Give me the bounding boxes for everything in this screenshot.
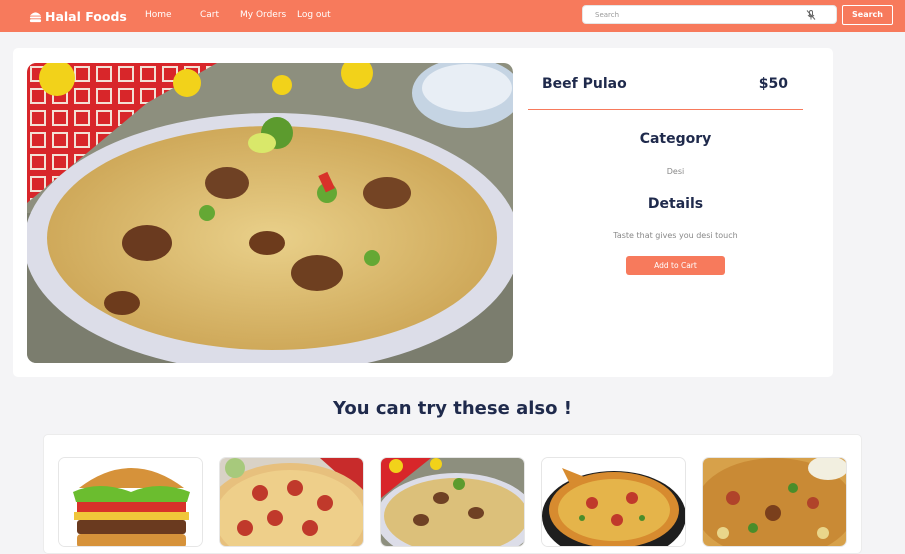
biryani-image bbox=[703, 458, 846, 546]
nav-my-orders[interactable]: My Orders bbox=[240, 10, 286, 20]
burger-image bbox=[59, 458, 202, 546]
suggestion-pepperoni-pizza[interactable] bbox=[219, 457, 364, 547]
beef-pulao-image bbox=[381, 458, 524, 546]
search-box bbox=[582, 5, 837, 24]
suggestion-burger[interactable] bbox=[58, 457, 203, 547]
suggestions-title: You can try these also ! bbox=[333, 398, 572, 419]
search-button[interactable]: Search bbox=[842, 5, 893, 25]
add-to-cart-button[interactable]: Add to Cart bbox=[626, 256, 725, 275]
brand-logo[interactable]: Halal Foods bbox=[29, 6, 127, 26]
nav-cart[interactable]: Cart bbox=[200, 10, 219, 20]
product-card: Beef Pulao $50 Category Desi Details Tas… bbox=[13, 48, 833, 377]
nav-logout[interactable]: Log out bbox=[297, 10, 331, 20]
brand-name: Halal Foods bbox=[45, 8, 127, 24]
burger-icon bbox=[29, 11, 42, 22]
suggestion-beef-pulao[interactable] bbox=[380, 457, 525, 547]
suggestion-biryani[interactable] bbox=[702, 457, 847, 547]
suggestion-pan-pizza[interactable] bbox=[541, 457, 686, 547]
mic-off-icon[interactable] bbox=[805, 9, 817, 21]
product-info: Beef Pulao $50 Category Desi Details Tas… bbox=[528, 60, 803, 360]
details-heading: Details bbox=[647, 196, 704, 212]
product-name: Beef Pulao bbox=[542, 76, 627, 92]
navbar: Halal Foods Home Cart My Orders Log out … bbox=[0, 0, 905, 32]
details-text: Taste that gives you desi touch bbox=[613, 231, 738, 240]
category-heading: Category bbox=[639, 131, 712, 147]
search-input[interactable] bbox=[595, 8, 795, 21]
nav-home[interactable]: Home bbox=[145, 10, 172, 20]
product-image bbox=[27, 63, 513, 363]
pepperoni-pizza-image bbox=[220, 458, 363, 546]
pan-pizza-image bbox=[542, 458, 685, 546]
product-price: $50 bbox=[758, 76, 788, 92]
divider bbox=[528, 109, 803, 110]
category-value: Desi bbox=[666, 167, 685, 176]
